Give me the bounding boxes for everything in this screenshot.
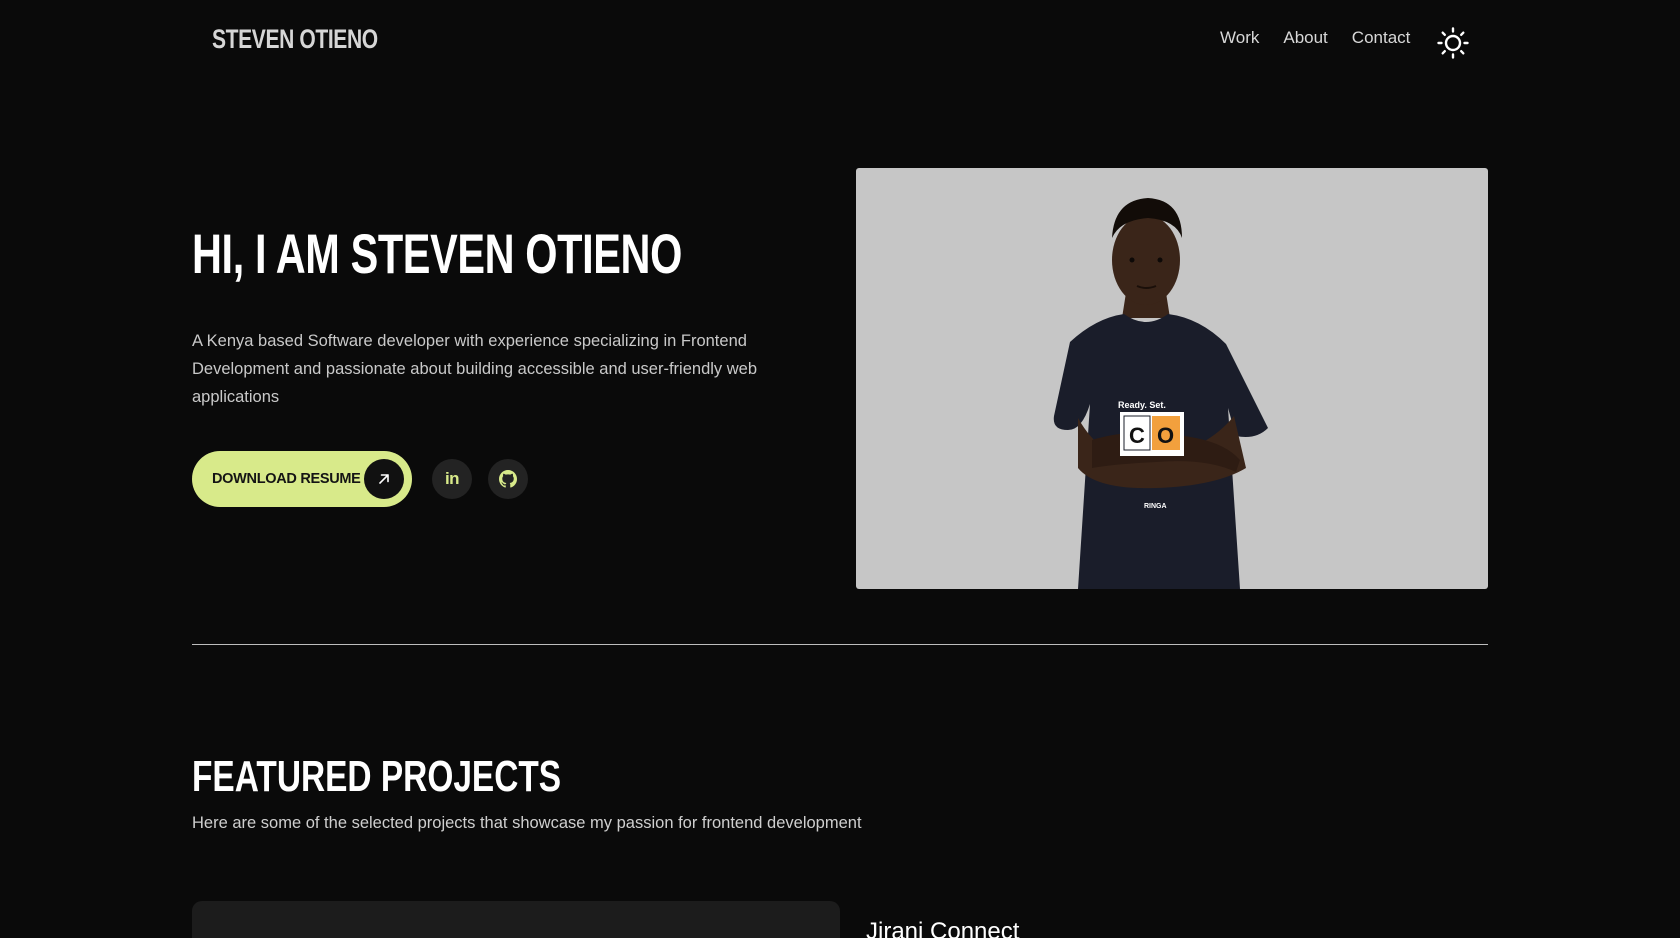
theme-toggle-button[interactable] <box>1436 26 1470 60</box>
nav-link-about[interactable]: About <box>1283 28 1327 48</box>
featured-projects-title: FEATURED PROJECTS <box>192 752 562 801</box>
project-title[interactable]: Jirani Connect <box>866 918 1019 938</box>
nav-link-work[interactable]: Work <box>1220 28 1259 48</box>
shirt-print-bottom: RINGA <box>1144 503 1167 510</box>
sun-icon <box>1437 27 1469 59</box>
shirt-letter-1: C <box>1129 423 1145 448</box>
shirt-letter-2: O <box>1157 423 1174 448</box>
profile-photo: Ready. Set. C O RINGA <box>856 168 1488 589</box>
download-resume-label: DOWNLOAD RESUME <box>212 471 361 487</box>
github-link[interactable] <box>488 459 528 499</box>
linkedin-link[interactable]: in <box>432 459 472 499</box>
page: STEVEN OTIENO Work About Contact HI, I A… <box>0 0 1680 938</box>
site-logo[interactable]: STEVEN OTIENO <box>212 24 378 55</box>
main-nav: Work About Contact <box>1220 28 1410 48</box>
project-card-preview[interactable] <box>192 901 840 938</box>
linkedin-icon: in <box>444 469 460 488</box>
arrow-up-right-icon <box>364 459 404 499</box>
hero-title: HI, I AM STEVEN OTIENO <box>192 222 682 285</box>
featured-projects-subtitle: Here are some of the selected projects t… <box>192 814 862 832</box>
github-icon <box>499 470 517 488</box>
section-divider <box>192 644 1488 645</box>
shirt-print-top: Ready. Set. <box>1118 400 1166 410</box>
profile-photo-illustration: Ready. Set. C O RINGA <box>1053 198 1268 589</box>
nav-link-contact[interactable]: Contact <box>1352 28 1411 48</box>
hero-description: A Kenya based Software developer with ex… <box>192 332 758 406</box>
download-resume-button[interactable]: DOWNLOAD RESUME <box>192 451 412 507</box>
